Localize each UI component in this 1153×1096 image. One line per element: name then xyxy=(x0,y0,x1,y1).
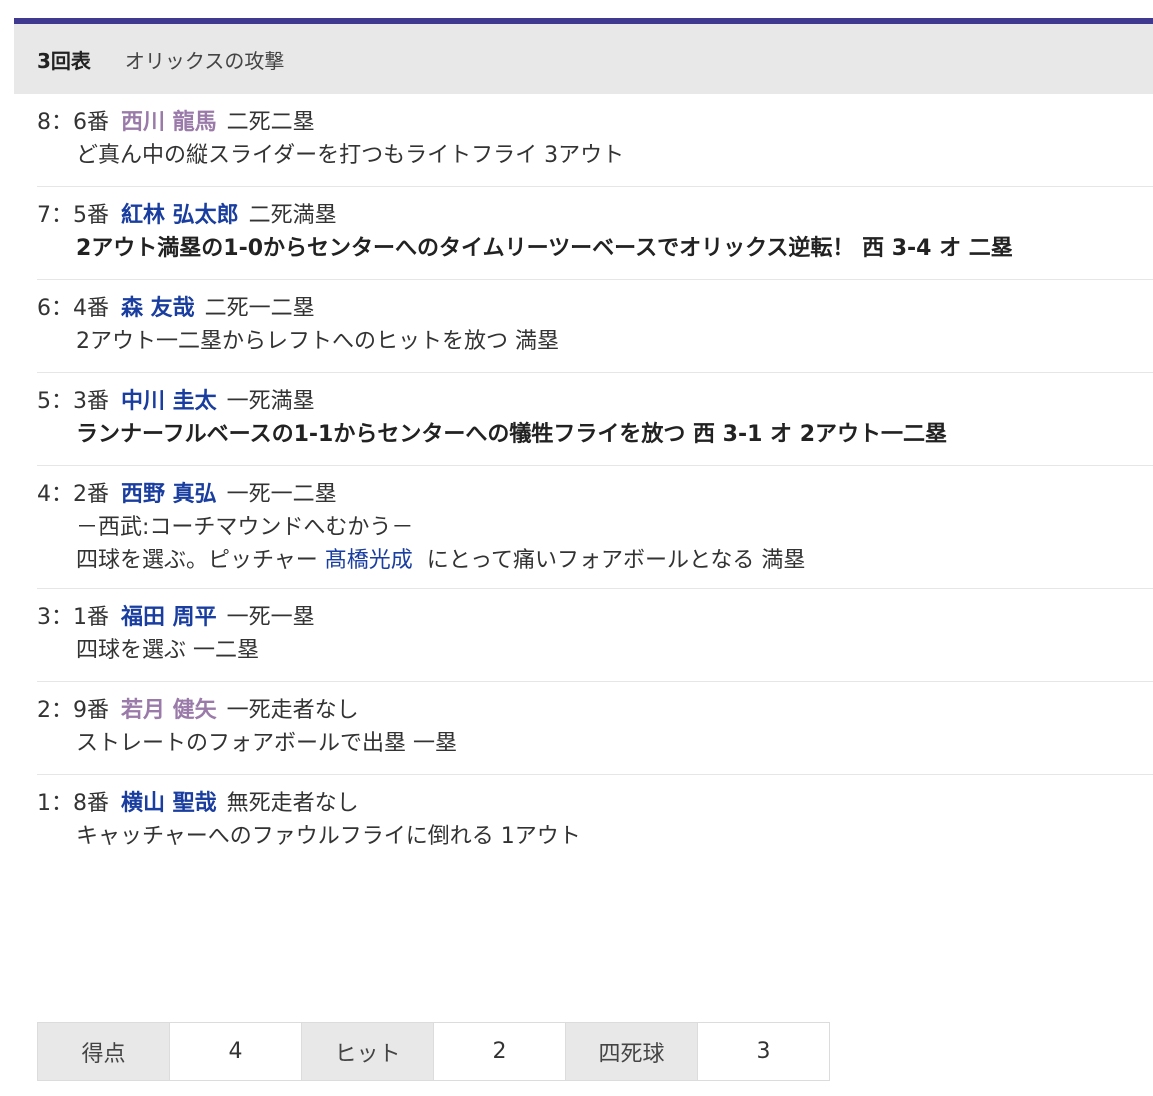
play-seq: 6：4番 xyxy=(37,296,109,321)
player-link[interactable]: 紅林 弘太郎 xyxy=(121,203,239,228)
runs-label: 得点 xyxy=(38,1023,170,1080)
play-description: ど真ん中の縦スライダーを打つもライトフライ 3アウト xyxy=(76,143,625,168)
player-link[interactable]: 西野 真弘 xyxy=(121,482,217,507)
player-link[interactable]: 若月 健矢 xyxy=(121,698,217,723)
play-seq: 3：1番 xyxy=(37,605,109,630)
play-item: 3：1番 福田 周平 一死一塁 四球を選ぶ 一二塁 xyxy=(37,589,1153,682)
play-seq: 4：2番 xyxy=(37,482,109,507)
play-situation: 二死二塁 xyxy=(226,110,315,135)
walks-label: 四死球 xyxy=(566,1023,698,1080)
play-situation: 一死一塁 xyxy=(226,605,315,630)
play-description: ランナーフルベースの1-1からセンターへの犠牲フライを放つ 西 3-1 オ 2ア… xyxy=(76,422,948,447)
play-situation: 一死一二塁 xyxy=(226,482,337,507)
play-list: 8：6番 西川 龍馬 二死二塁 ど真ん中の縦スライダーを打つもライトフライ 3アウト… xyxy=(37,94,1153,867)
desc-before: 四球を選ぶ。ピッチャー xyxy=(76,548,318,573)
play-situation: 一死満塁 xyxy=(226,389,315,414)
player-link[interactable]: 横山 聖哉 xyxy=(121,791,217,816)
play-item: 2：9番 若月 健矢 一死走者なし ストレートのフォアボールで出塁 一塁 xyxy=(37,682,1153,775)
play-description: キャッチャーへのファウルフライに倒れる 1アウト xyxy=(76,824,581,849)
play-description: 2アウト一二塁からレフトへのヒットを放つ 満塁 xyxy=(76,329,559,354)
hits-value: 2 xyxy=(434,1023,566,1080)
play-seq: 1：8番 xyxy=(37,791,109,816)
play-seq: 7：5番 xyxy=(37,203,109,228)
player-link[interactable]: 福田 周平 xyxy=(121,605,217,630)
play-description: ストレートのフォアボールで出塁 一塁 xyxy=(76,731,457,756)
play-item: 7：5番 紅林 弘太郎 二死満塁 2アウト満塁の1-0からセンターへのタイムリーツー… xyxy=(37,187,1153,280)
player-link[interactable]: 西川 龍馬 xyxy=(121,110,217,135)
play-item: 6：4番森 友哉 二死一二塁 2アウト一二塁からレフトへのヒットを放つ 満塁 xyxy=(37,280,1153,373)
runs-value: 4 xyxy=(170,1023,302,1080)
play-description: 四球を選ぶ。ピッチャー 髙橋光成 にとって痛いフォアボールとなる 満塁 xyxy=(37,546,1153,576)
play-item: 5：3番 中川 圭太 一死満塁 ランナーフルベースの1-1からセンターへの犠牲フライ… xyxy=(37,373,1153,466)
hits-label: ヒット xyxy=(302,1023,434,1080)
play-note: －西武:コーチマウンドへむかう－ xyxy=(76,515,414,540)
player-link[interactable]: 森 友哉 xyxy=(121,296,195,321)
play-item: 4：2番 西野 真弘 一死一二塁 －西武:コーチマウンドへむかう－ 四球を選ぶ。ピッ… xyxy=(37,466,1153,589)
inning-label: 3回表 xyxy=(37,48,91,73)
play-seq: 5：3番 xyxy=(37,389,109,414)
play-situation: 一死走者なし xyxy=(226,698,359,723)
play-description: 2アウト満塁の1-0からセンターへのタイムリーツーベースでオリックス逆転！ 西 … xyxy=(76,236,1013,261)
inning-panel: 3回表 オリックスの攻撃 8：6番 西川 龍馬 二死二塁 ど真ん中の縦スライダーを打… xyxy=(14,0,1153,867)
attack-label: オリックスの攻撃 xyxy=(124,48,285,73)
play-item: 8：6番 西川 龍馬 二死二塁 ど真ん中の縦スライダーを打つもライトフライ 3アウト xyxy=(37,94,1153,187)
desc-after: にとって痛いフォアボールとなる 満塁 xyxy=(426,548,806,573)
pitcher-link[interactable]: 髙橋光成 xyxy=(325,548,413,573)
play-item: 1：8番 横山 聖哉 無死走者なし キャッチャーへのファウルフライに倒れる 1アウト xyxy=(37,775,1153,867)
play-situation: 無死走者なし xyxy=(226,791,359,816)
walks-value: 3 xyxy=(756,1039,771,1064)
play-seq: 2：9番 xyxy=(37,698,109,723)
play-description: 四球を選ぶ 一二塁 xyxy=(76,638,259,663)
play-situation: 二死一二塁 xyxy=(204,296,315,321)
inning-header: 3回表 オリックスの攻撃 xyxy=(14,24,1153,94)
player-link[interactable]: 中川 圭太 xyxy=(121,389,217,414)
play-situation: 二死満塁 xyxy=(248,203,337,228)
inning-summary-table: 得点 4 ヒット 2 四死球 3 xyxy=(37,1022,830,1081)
play-seq: 8：6番 xyxy=(37,110,109,135)
